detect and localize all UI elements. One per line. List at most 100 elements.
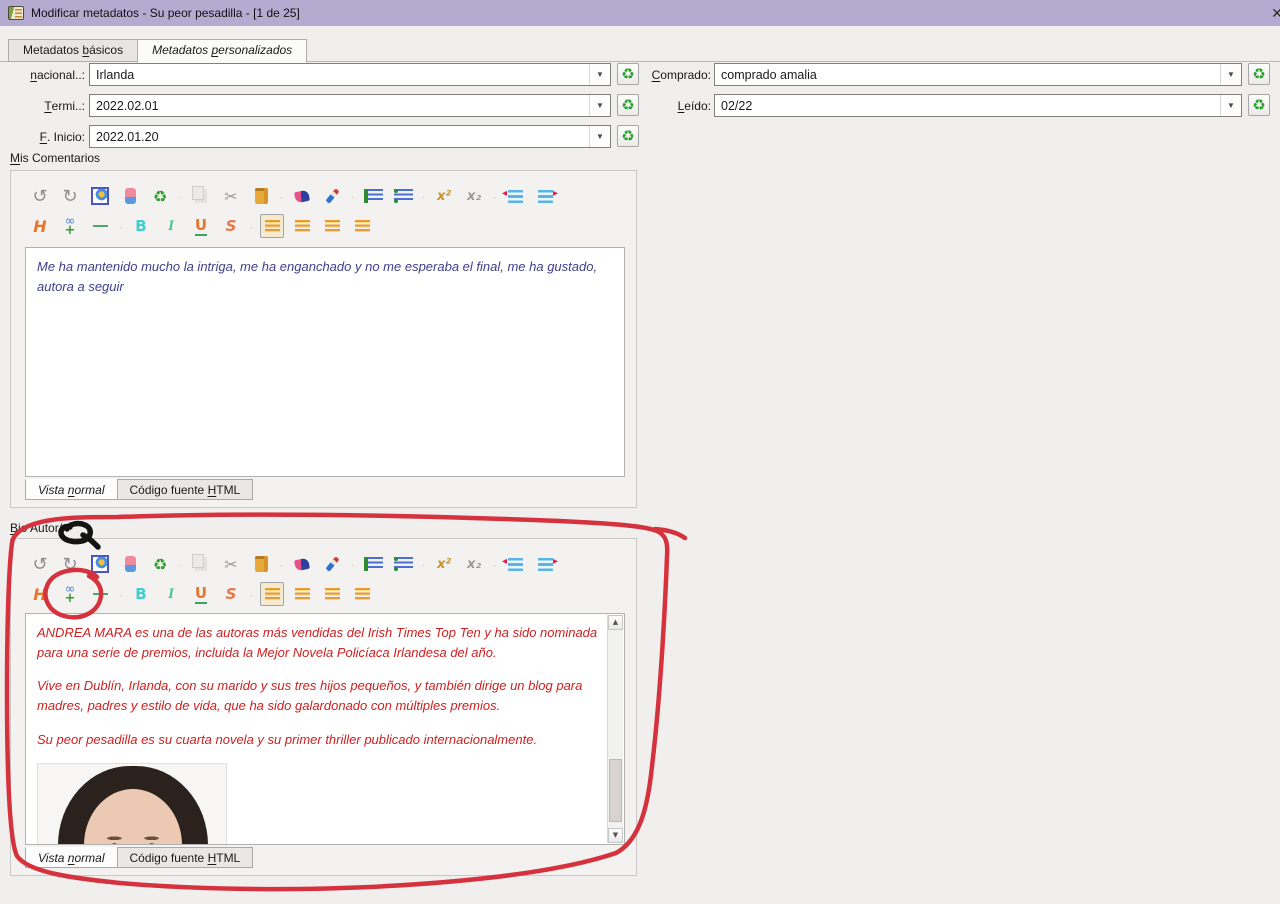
- chevron-down-icon[interactable]: ▼: [589, 95, 610, 116]
- format-brush-icon[interactable]: [320, 184, 344, 208]
- underline-icon[interactable]: [189, 214, 213, 238]
- align-right-icon[interactable]: [320, 582, 344, 606]
- horizontal-rule-icon[interactable]: [88, 582, 112, 606]
- nacional-combobox[interactable]: Irlanda ▼: [89, 63, 611, 86]
- unordered-list-icon[interactable]: [391, 552, 415, 576]
- strikethrough-icon[interactable]: [219, 214, 243, 238]
- redo-icon[interactable]: [58, 552, 82, 576]
- nacional-clear-button[interactable]: [617, 63, 639, 85]
- indent-icon[interactable]: [533, 552, 558, 576]
- insert-link-icon[interactable]: [58, 214, 82, 238]
- label-text: io Autor/: [18, 521, 63, 535]
- italic-icon[interactable]: [159, 582, 183, 606]
- superscript-icon[interactable]: [432, 552, 456, 576]
- field-label-nacional: n acional..:: [0, 63, 85, 86]
- strikethrough-icon[interactable]: [219, 582, 243, 606]
- close-icon[interactable]: ✕: [1267, 3, 1280, 23]
- chevron-down-icon[interactable]: ▼: [589, 126, 610, 147]
- copy-icon[interactable]: [189, 184, 213, 208]
- ordered-list-icon[interactable]: [361, 552, 385, 576]
- f-inicio-combobox[interactable]: 2022.01.20 ▼: [89, 125, 611, 148]
- outdent-icon[interactable]: [502, 552, 527, 576]
- align-right-icon[interactable]: [320, 214, 344, 238]
- bio-editor-area[interactable]: ANDREA MARA es una de las autoras más ve…: [25, 613, 625, 845]
- bold-icon[interactable]: [129, 582, 153, 606]
- heading-icon[interactable]: [28, 582, 52, 606]
- label-accel: n: [30, 67, 37, 82]
- label-accel: F: [39, 129, 47, 144]
- cut-icon[interactable]: [219, 552, 243, 576]
- label-text: is Comentarios: [20, 151, 101, 165]
- scrollbar-thumb[interactable]: [609, 758, 622, 823]
- comments-editor-area[interactable]: Me ha mantenido mucho la intriga, me ha …: [25, 247, 625, 477]
- redo-icon[interactable]: [58, 184, 82, 208]
- comments-tab-codigo-html[interactable]: Código fuente HTML: [116, 479, 254, 500]
- comprado-clear-button[interactable]: [1248, 63, 1270, 85]
- label-accel: C: [651, 67, 661, 82]
- align-left-icon[interactable]: [260, 582, 284, 606]
- recycle-icon[interactable]: [148, 184, 172, 208]
- align-center-icon[interactable]: [290, 214, 314, 238]
- label-text: ermi..:: [51, 98, 85, 113]
- outdent-icon[interactable]: [502, 184, 527, 208]
- bio-scrollbar[interactable]: ▲ ▼: [607, 615, 623, 843]
- unordered-list-icon[interactable]: [391, 184, 415, 208]
- leido-combobox[interactable]: 02/22 ▼: [714, 94, 1242, 117]
- horizontal-rule-icon[interactable]: [88, 214, 112, 238]
- tab-metadatos-basicos[interactable]: Metadatos básicos: [8, 39, 139, 62]
- leido-value[interactable]: 02/22: [715, 95, 1220, 116]
- chevron-down-icon[interactable]: ▼: [1220, 64, 1241, 85]
- italic-icon[interactable]: [159, 214, 183, 238]
- color-swatch-icon[interactable]: [290, 552, 314, 576]
- align-left-icon[interactable]: [260, 214, 284, 238]
- heading-icon[interactable]: [28, 214, 52, 238]
- bold-icon[interactable]: [129, 214, 153, 238]
- select-all-icon[interactable]: [88, 184, 112, 208]
- subscript-icon[interactable]: [462, 552, 486, 576]
- f-inicio-clear-button[interactable]: [617, 125, 639, 147]
- undo-icon[interactable]: [28, 184, 52, 208]
- insert-link-icon[interactable]: [58, 582, 82, 606]
- recycle-icon[interactable]: [148, 552, 172, 576]
- f-inicio-value[interactable]: 2022.01.20: [90, 126, 589, 147]
- comprado-value[interactable]: comprado amalia: [715, 64, 1220, 85]
- toolbar-separator: [175, 189, 186, 203]
- ordered-list-icon[interactable]: [361, 184, 385, 208]
- termi-combobox[interactable]: 2022.02.01 ▼: [89, 94, 611, 117]
- termi-value[interactable]: 2022.02.01: [90, 95, 589, 116]
- label-text: omprado:: [660, 67, 711, 82]
- align-justify-icon[interactable]: [350, 582, 374, 606]
- title-bar: Modificar metadatos - Su peor pesadilla …: [0, 0, 1280, 26]
- bio-tab-codigo-html[interactable]: Código fuente HTML: [116, 847, 254, 868]
- align-center-icon[interactable]: [290, 582, 314, 606]
- copy-icon[interactable]: [189, 552, 213, 576]
- superscript-icon[interactable]: [432, 184, 456, 208]
- chevron-down-icon[interactable]: ▼: [589, 64, 610, 85]
- comments-tab-vista-normal[interactable]: Vista normal: [25, 479, 118, 500]
- comments-toolbar: [13, 181, 560, 241]
- chevron-down-icon[interactable]: ▼: [1220, 95, 1241, 116]
- underline-icon[interactable]: [189, 582, 213, 606]
- eraser-icon[interactable]: [118, 552, 142, 576]
- indent-icon[interactable]: [533, 184, 558, 208]
- format-brush-icon[interactable]: [320, 552, 344, 576]
- align-justify-icon[interactable]: [350, 214, 374, 238]
- leido-clear-button[interactable]: [1248, 94, 1270, 116]
- bio-tab-vista-normal[interactable]: Vista normal: [25, 847, 118, 868]
- bio-editor-group: ANDREA MARA es una de las autoras más ve…: [10, 538, 637, 876]
- undo-icon[interactable]: [28, 552, 52, 576]
- scroll-up-icon[interactable]: ▲: [608, 615, 623, 630]
- paste-icon[interactable]: [249, 184, 273, 208]
- nacional-value[interactable]: Irlanda: [90, 64, 589, 85]
- termi-clear-button[interactable]: [617, 94, 639, 116]
- select-all-icon[interactable]: [88, 552, 112, 576]
- color-swatch-icon[interactable]: [290, 184, 314, 208]
- cut-icon[interactable]: [219, 184, 243, 208]
- subscript-icon[interactable]: [462, 184, 486, 208]
- author-photo[interactable]: [37, 762, 227, 844]
- tab-metadatos-personalizados[interactable]: Metadatos personalizados: [137, 39, 308, 63]
- comprado-combobox[interactable]: comprado amalia ▼: [714, 63, 1242, 86]
- paste-icon[interactable]: [249, 552, 273, 576]
- scroll-down-icon[interactable]: ▼: [608, 828, 623, 843]
- eraser-icon[interactable]: [118, 184, 142, 208]
